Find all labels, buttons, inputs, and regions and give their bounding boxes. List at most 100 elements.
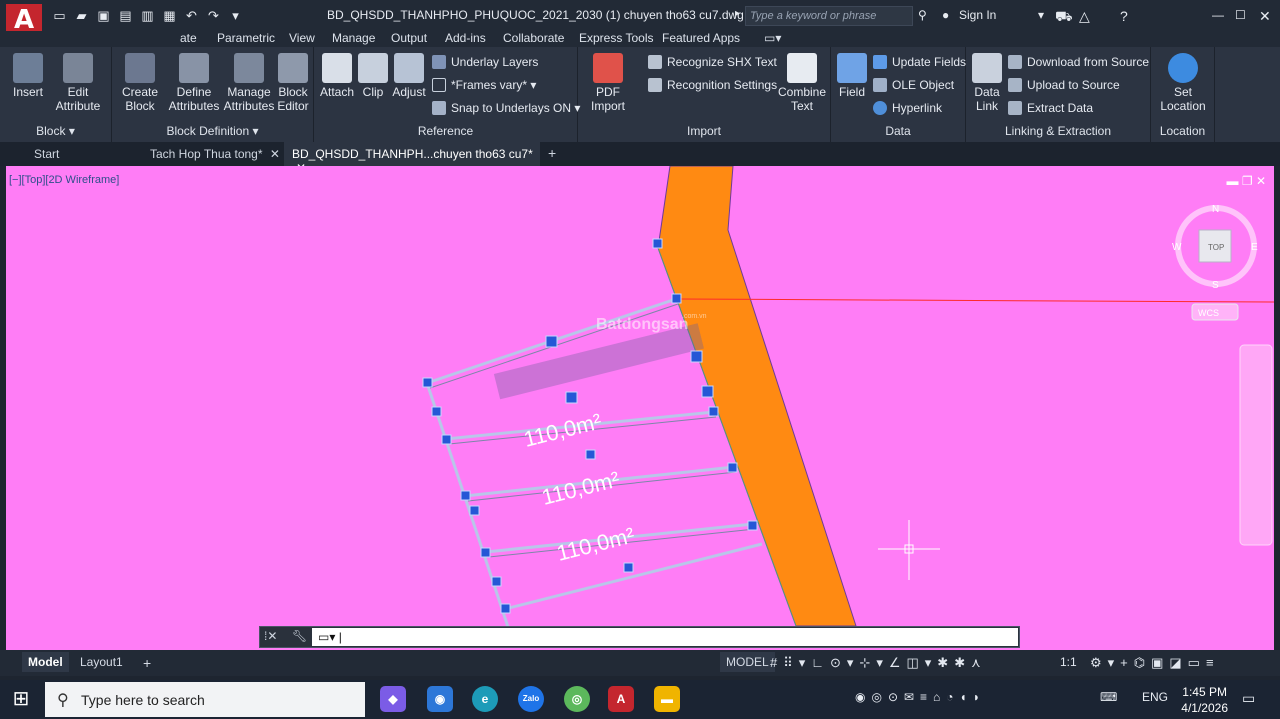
snap-icon [432, 101, 446, 115]
autocad-taskbar-icon[interactable]: A [608, 686, 634, 712]
linking-panel-title[interactable]: Linking & Extraction [966, 124, 1150, 138]
block-panel-title[interactable]: Block ▾ [0, 124, 111, 138]
tab-layout1[interactable]: Layout1 [74, 652, 129, 672]
redo-icon[interactable]: ↷ [206, 8, 221, 23]
keyboard-icon[interactable]: ⌨ [1100, 690, 1117, 704]
field-button[interactable]: Field [835, 53, 869, 99]
qat-dropdown-icon[interactable]: ▾ [228, 8, 243, 23]
open-icon[interactable]: ▰ [74, 8, 89, 23]
maximize-icon[interactable]: ☐ [1235, 8, 1246, 22]
manage-attributes-button[interactable]: Manage Attributes [222, 53, 276, 113]
viewport-window-controls[interactable]: ▬ ❐ ✕ [1227, 174, 1266, 188]
user-icon[interactable]: ● [942, 8, 949, 22]
add-layout-icon[interactable]: + [137, 652, 157, 674]
clip-button[interactable]: Clip [358, 53, 388, 99]
new-icon[interactable]: ▭ [52, 8, 67, 23]
adjust-button[interactable]: Adjust [390, 53, 428, 99]
recognize-shx-button[interactable]: Recognize SHX Text [648, 55, 777, 69]
upload-to-source-button[interactable]: Upload to Source [1008, 78, 1120, 92]
create-block-button[interactable]: Create Block [120, 53, 160, 113]
viewcube[interactable]: TOP N S E W WCS [1172, 204, 1258, 321]
windows-start-icon[interactable]: ⊞ [10, 688, 32, 710]
command-close-icon[interactable]: ⁞✕ [264, 629, 277, 643]
tab-view[interactable]: View [289, 31, 315, 45]
viewcube-top: TOP [1208, 243, 1224, 252]
hyperlink-button[interactable]: Hyperlink [873, 101, 942, 115]
search-expand-icon[interactable]: ▸ [735, 8, 740, 19]
system-clock[interactable]: 1:45 PM 4/1/2026 [1181, 684, 1228, 716]
close-icon[interactable]: ✕ [1259, 8, 1271, 25]
tab-parametric[interactable]: Parametric [217, 31, 275, 45]
binoculars-icon[interactable]: ⚲ [918, 8, 927, 22]
data-panel-title[interactable]: Data [831, 124, 965, 138]
taskbar-search[interactable]: ⚲ Type here to search [45, 682, 365, 717]
underlay-layers-button[interactable]: Underlay Layers [432, 55, 538, 69]
tab-tach-hop-thua[interactable]: Tach Hop Thua tong* ✕ [150, 142, 280, 166]
pdf-import-button[interactable]: PDF Import [586, 53, 630, 113]
photos-icon[interactable]: ◉ [427, 686, 453, 712]
model-space-button[interactable]: MODEL [720, 652, 775, 672]
frames-vary-dropdown[interactable]: *Frames vary* ▾ [432, 78, 536, 92]
sign-in-button[interactable]: Sign In [959, 8, 996, 22]
plot-preview-icon[interactable]: ▥ [140, 8, 155, 23]
define-attributes-button[interactable]: Define Attributes [166, 53, 222, 113]
download-from-source-button[interactable]: Download from Source [1008, 55, 1149, 69]
drawing-canvas[interactable]: 110,0m² 110,0m² 110,0m² Batdongsan .com.… [6, 166, 1274, 650]
tab-collaborate[interactable]: Collaborate [503, 31, 564, 45]
tab-output[interactable]: Output [391, 31, 427, 45]
minimize-icon[interactable]: — [1212, 8, 1224, 22]
system-tray-icons[interactable]: ◉◎⊙✉≡⌂◔◖◗ [855, 690, 986, 704]
snap-underlays-dropdown[interactable]: Snap to Underlays ON ▾ [432, 101, 580, 115]
data-link-button[interactable]: Data Link [970, 53, 1004, 113]
location-panel-title[interactable]: Location [1151, 124, 1214, 138]
tab-overflow-icon[interactable]: ▭▾ [764, 31, 781, 45]
a360-icon[interactable]: △ [1079, 8, 1090, 25]
insert-button[interactable]: Insert [8, 53, 48, 99]
chrome-alt-icon[interactable]: ◎ [564, 686, 590, 712]
block-editor-button[interactable]: Block Editor [274, 53, 312, 113]
save-icon[interactable]: ▣ [96, 8, 111, 23]
tab-annotate[interactable]: ate [180, 31, 197, 45]
tab-manage[interactable]: Manage [332, 31, 375, 45]
cart-icon[interactable]: ⛟ [1055, 8, 1073, 27]
set-location-button[interactable]: Set Location [1157, 53, 1209, 113]
viewport-controls-label[interactable]: [−][Top][2D Wireframe] [9, 174, 119, 186]
new-tab-icon[interactable]: + [548, 142, 556, 166]
file-explorer-icon[interactable]: ▬ [654, 686, 680, 712]
zalo-icon[interactable]: Zalo [518, 686, 544, 712]
update-fields-button[interactable]: Update Fields [873, 55, 966, 69]
print-icon[interactable]: ▦ [162, 8, 177, 23]
tab-featured-apps[interactable]: Featured Apps [662, 31, 740, 45]
undo-icon[interactable]: ↶ [184, 8, 199, 23]
extract-data-button[interactable]: Extract Data [1008, 101, 1093, 115]
import-panel-title[interactable]: Import [578, 124, 830, 138]
sign-in-dropdown-icon[interactable]: ▾ [1038, 8, 1044, 22]
tab-start[interactable]: Start [34, 142, 138, 166]
status-bar: Model Layout1 + MODEL #⠿▾∟⊙▾⊹▾∠◫▾✱✱⋏ 1:1… [0, 650, 1280, 676]
combine-text-button[interactable]: Combine Text [776, 53, 828, 113]
command-input[interactable]: ▭▾ | [312, 628, 1018, 646]
navigation-bar[interactable] [1239, 344, 1273, 546]
search-input[interactable]: Type a keyword or phrase [745, 6, 913, 26]
drafting-settings-icons[interactable]: #⠿▾∟⊙▾⊹▾∠◫▾✱✱⋏ [770, 655, 987, 671]
ole-object-button[interactable]: OLE Object [873, 78, 954, 92]
wrench-icon[interactable]: 🔧︎ [292, 629, 307, 643]
tab-current-drawing[interactable]: BD_QHSDD_THANHPH...chuyen tho63 cu7* ✕ [284, 142, 540, 175]
attach-button[interactable]: Attach [318, 53, 356, 99]
tab-model[interactable]: Model [22, 652, 69, 672]
tab-addins[interactable]: Add-ins [445, 31, 486, 45]
input-language[interactable]: ENG [1142, 690, 1168, 704]
annotation-scale[interactable]: 1:1 [1060, 655, 1077, 669]
edit-attribute-button[interactable]: Edit Attribute [52, 53, 104, 113]
reference-panel-title[interactable]: Reference [314, 124, 577, 138]
edge-icon[interactable]: e [472, 686, 498, 712]
block-definition-title[interactable]: Block Definition ▾ [112, 124, 313, 138]
notification-icon[interactable]: ▭ [1242, 690, 1255, 707]
drawing-viewport[interactable]: 110,0m² 110,0m² 110,0m² Batdongsan .com.… [6, 166, 1274, 650]
recognition-settings-button[interactable]: Recognition Settings [648, 78, 777, 92]
status-tools-icons[interactable]: ⚙▾+⌬▣◪▭≡ [1090, 655, 1220, 671]
save-as-icon[interactable]: ▤ [118, 8, 133, 23]
copilot-icon[interactable]: ◆ [380, 686, 406, 712]
tab-express-tools[interactable]: Express Tools [579, 31, 653, 45]
help-icon[interactable]: ? [1120, 8, 1128, 24]
